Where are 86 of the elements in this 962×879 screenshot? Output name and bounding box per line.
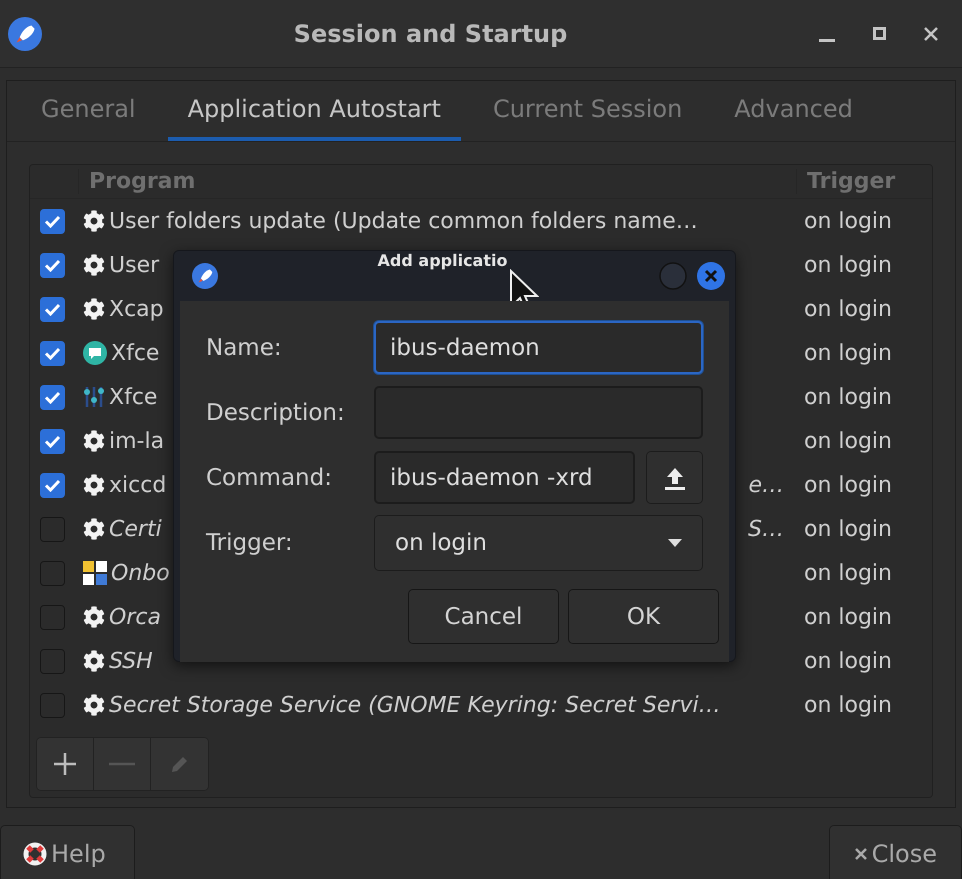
program-name: xiccd [109,472,166,498]
input-field[interactable]: ibus-daemon [374,321,703,374]
gear-icon [83,430,105,452]
field-label: Name: [206,334,283,360]
column-header[interactable]: Trigger [796,169,932,194]
program-name: Xfce [109,384,158,410]
trigger-cell-text: on login [803,340,893,366]
trigger-cell-text: on login [803,692,893,718]
chat-bubble-icon [83,341,107,365]
trigger-cell-text: on login [803,428,893,454]
close-icon [854,847,868,861]
gear-icon [83,254,105,276]
maximize-icon[interactable] [873,27,886,40]
tab[interactable]: Current Session [472,81,702,141]
program-name: S… [748,516,784,542]
trigger-cell-text: on login [803,384,893,410]
program-name: Xfce [111,340,160,366]
rocket-icon [8,16,42,50]
program-name: Onbo [111,560,170,586]
checkmark-icon [44,434,61,448]
program-name: SSH [109,648,153,674]
checkbox[interactable] [40,472,65,498]
trigger-dropdown[interactable]: on login [374,514,703,570]
browse-button[interactable] [646,451,703,504]
close-button[interactable]: Close [828,825,962,879]
trigger-cell-text: on login [803,208,893,234]
tab[interactable]: Application Autostart [168,81,461,141]
program-name: Certi [109,516,162,542]
program-name: Orca [109,604,161,630]
upload-icon [664,466,686,490]
input-field[interactable]: ibus-daemon -xrd [374,451,635,504]
program-name: e… [748,472,784,498]
checkbox[interactable] [40,252,65,278]
gear-icon [83,518,105,540]
rocket-icon [192,263,218,289]
trigger-cell-text: on login [803,516,893,542]
help-button[interactable]: Help [0,825,135,879]
trigger-cell-text: on login [803,648,893,674]
dialog-title: Add applicatio [378,251,508,272]
program-name: User folders update (Update common folders name… [109,208,698,234]
minimize-icon[interactable] [819,38,835,42]
checkbox[interactable] [40,340,65,366]
trigger-cell-text: on login [803,296,893,322]
trigger-cell-text: on login [803,560,893,586]
gear-icon [83,210,105,232]
checkmark-icon [44,346,61,360]
program-name: im-la [109,428,164,454]
tab[interactable]: Advanced [714,81,873,141]
trigger-cell-text: on login [803,604,893,630]
checkbox[interactable] [40,384,65,410]
dialog-button[interactable]: Cancel [408,589,559,644]
program-name: User [109,252,160,278]
checkmark-icon [44,478,61,492]
add-button[interactable] [37,738,94,790]
program-name: Secret Storage Service (GNOME Keyring: Secret Servi… [109,692,721,718]
sliders-icon [83,385,105,409]
checkbox[interactable] [40,428,65,454]
checkmark-icon [44,302,61,316]
dialog-button[interactable]: OK [568,589,719,644]
checkbox[interactable] [40,208,65,234]
gear-icon [83,298,105,320]
program-name: Xcap [109,296,164,322]
field-label: Command: [206,464,333,490]
field-label: Trigger: [206,530,294,556]
lifebuoy-icon [23,842,47,866]
close-icon[interactable] [697,262,725,290]
gear-icon [83,694,105,716]
keyboard-grid-icon [83,561,107,585]
trigger-cell-text: on login [803,472,893,498]
minus-icon [109,762,135,766]
gear-icon [83,650,105,672]
trigger-cell-text: on login [803,252,893,278]
checkmark-icon [44,390,61,404]
tab[interactable]: General [21,81,156,141]
close-icon[interactable] [924,26,938,40]
gear-icon [83,474,105,496]
checkmark-icon [44,214,61,228]
pencil-icon [170,754,190,774]
column-header[interactable]: Program [78,169,796,194]
gear-icon [83,606,105,628]
field-label: Description: [206,400,346,426]
window-title: Session and Startup [292,20,568,48]
checkbox[interactable] [40,296,65,322]
caret-icon [668,538,682,546]
checkmark-icon [44,258,61,272]
plus-icon [52,751,78,777]
